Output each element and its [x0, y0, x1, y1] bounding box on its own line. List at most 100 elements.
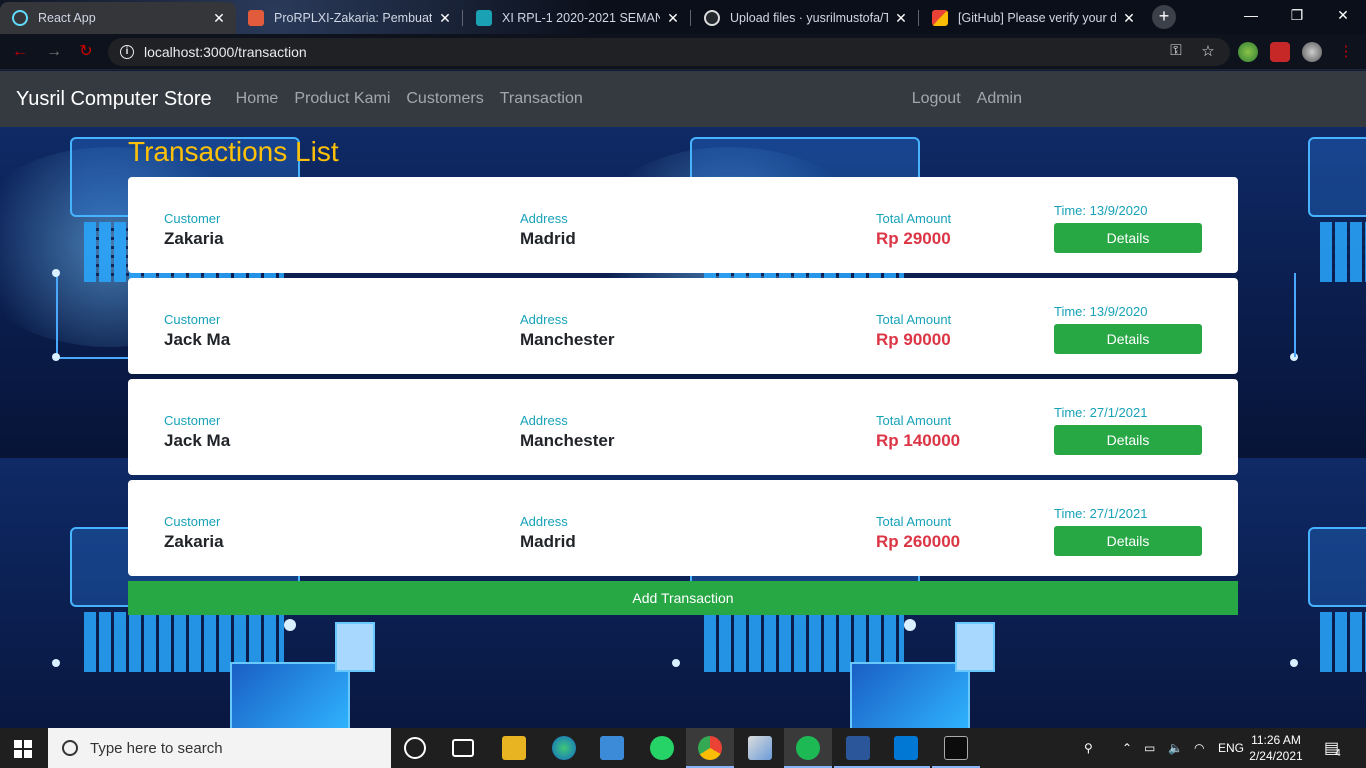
total-amount: Rp 140000: [876, 431, 961, 450]
browser-toolbar: ← → ↻ i localhost:3000/transaction ⚿ ☆ ⋮: [0, 34, 1366, 70]
key-icon[interactable]: ⚿: [1166, 42, 1186, 62]
chevron-up-icon[interactable]: ⌃: [1122, 728, 1132, 768]
word-icon[interactable]: [846, 736, 870, 760]
address-label: Address: [520, 211, 568, 226]
battery-icon[interactable]: ▭: [1144, 728, 1155, 768]
details-button[interactable]: Details: [1054, 223, 1202, 253]
puzzle-icon[interactable]: [1270, 42, 1290, 62]
github-icon: [704, 10, 720, 26]
reload-icon[interactable]: ↻: [76, 42, 96, 62]
nav-logout[interactable]: Logout: [912, 90, 961, 108]
add-transaction-button[interactable]: Add Transaction: [128, 581, 1238, 615]
total-amount: Rp 29000: [876, 229, 951, 248]
chrome-icon[interactable]: [698, 736, 722, 760]
address-label: Address: [520, 514, 568, 529]
star-icon[interactable]: ☆: [1198, 42, 1218, 62]
customer-name: Zakaria: [164, 532, 224, 551]
extension-icon[interactable]: [1238, 42, 1258, 62]
language-indicator[interactable]: ENG: [1218, 728, 1244, 768]
avatar[interactable]: [1302, 42, 1322, 62]
details-button[interactable]: Details: [1054, 526, 1202, 556]
app-navbar: Yusril Computer Store Home Product Kami …: [0, 71, 1366, 127]
address-label: Address: [520, 312, 568, 327]
tab-title: React App: [38, 11, 96, 25]
transaction-card: Customer Zakaria Address Madrid Total Amou…: [128, 177, 1238, 273]
whatsapp-icon[interactable]: [650, 736, 674, 760]
time-label: Time: 13/9/2020: [1054, 304, 1148, 319]
tab-title: XI RPL-1 2020-2021 SEMANGA: [502, 11, 660, 25]
nav-admin[interactable]: Admin: [977, 90, 1022, 108]
people-icon[interactable]: ⚲: [1084, 728, 1093, 768]
file-explorer-icon[interactable]: [502, 736, 526, 760]
nav-home[interactable]: Home: [236, 90, 279, 108]
close-window-icon[interactable]: ✕: [1320, 0, 1366, 32]
notification-count: 4: [1335, 747, 1341, 759]
clock-time: 11:26 AM: [1251, 733, 1301, 747]
vscode-icon[interactable]: [894, 736, 918, 760]
tab-github-upload[interactable]: Upload files · yusrilmustofa/To ✕: [692, 2, 918, 34]
url-bar[interactable]: i localhost:3000/transaction: [108, 38, 1230, 66]
close-icon[interactable]: ✕: [666, 10, 680, 27]
wifi-icon[interactable]: ◠: [1194, 728, 1204, 768]
close-icon[interactable]: ✕: [1122, 10, 1136, 27]
terminal-icon[interactable]: [944, 736, 968, 760]
time-label: Time: 13/9/2020: [1054, 203, 1148, 218]
forward-icon[interactable]: →: [44, 42, 64, 62]
customer-name: Jack Ma: [164, 431, 231, 450]
cortana-icon[interactable]: [404, 737, 426, 759]
address-value: Madrid: [520, 229, 576, 248]
details-button[interactable]: Details: [1054, 324, 1202, 354]
restore-icon[interactable]: ❐: [1274, 0, 1320, 32]
customer-label: Customer: [164, 211, 221, 226]
menu-dots-icon[interactable]: ⋮: [1336, 42, 1356, 62]
nav-right: Logout Admin: [896, 71, 1022, 127]
edge-icon[interactable]: [552, 736, 576, 760]
tab-gmail[interactable]: [GitHub] Please verify your dev ✕: [920, 2, 1146, 34]
store-icon[interactable]: [600, 736, 624, 760]
close-icon[interactable]: ✕: [438, 10, 452, 27]
app-icon[interactable]: [748, 736, 772, 760]
tab-separator: [462, 10, 463, 26]
nav-customers[interactable]: Customers: [406, 90, 483, 108]
gitlab-icon: [248, 10, 264, 26]
volume-icon[interactable]: 🔈: [1168, 728, 1183, 768]
transaction-card: Customer Jack Ma Address Manchester Total …: [128, 379, 1238, 475]
transaction-card: Customer Jack Ma Address Manchester Total …: [128, 278, 1238, 374]
search-icon: [62, 740, 78, 756]
taskbar: Type here to search ⚲ ⌃ ▭ 🔈 ◠ ENG 11:26 …: [0, 728, 1366, 768]
total-amount: Rp 260000: [876, 532, 961, 551]
close-icon[interactable]: ✕: [894, 10, 908, 27]
address-value: Madrid: [520, 532, 576, 551]
task-view-icon[interactable]: [452, 739, 474, 757]
clock[interactable]: 11:26 AM 2/24/2021: [1246, 732, 1306, 764]
spotify-icon[interactable]: [796, 736, 820, 760]
details-button[interactable]: Details: [1054, 425, 1202, 455]
taskbar-search[interactable]: Type here to search: [48, 728, 391, 768]
address-value: Manchester: [520, 330, 615, 349]
tab-react-app[interactable]: React App ✕: [0, 2, 236, 34]
new-tab-button[interactable]: +: [1152, 5, 1176, 29]
info-icon[interactable]: i: [120, 45, 134, 59]
classroom-icon: [476, 10, 492, 26]
react-icon: [12, 10, 28, 26]
windows-start-icon[interactable]: [14, 740, 32, 758]
total-label: Total Amount: [876, 312, 952, 327]
brand[interactable]: Yusril Computer Store: [16, 88, 212, 111]
total-label: Total Amount: [876, 514, 952, 529]
notification-icon[interactable]: ▤ 4: [1324, 728, 1341, 768]
customer-name: Jack Ma: [164, 330, 231, 349]
total-label: Total Amount: [876, 413, 952, 428]
nav-product-kami[interactable]: Product Kami: [294, 90, 390, 108]
total-label: Total Amount: [876, 211, 952, 226]
back-icon[interactable]: ←: [10, 42, 30, 62]
minimize-icon[interactable]: —: [1228, 0, 1274, 32]
total-amount: Rp 90000: [876, 330, 951, 349]
customer-label: Customer: [164, 514, 221, 529]
customer-label: Customer: [164, 312, 221, 327]
customer-label: Customer: [164, 413, 221, 428]
close-icon[interactable]: ✕: [212, 10, 226, 27]
nav-transaction[interactable]: Transaction: [500, 90, 583, 108]
tab-prorplxi[interactable]: ProRPLXI-Zakaria: Pembuatan ✕: [236, 2, 462, 34]
gmail-icon: [932, 10, 948, 26]
tab-classroom[interactable]: XI RPL-1 2020-2021 SEMANGA ✕: [464, 2, 690, 34]
